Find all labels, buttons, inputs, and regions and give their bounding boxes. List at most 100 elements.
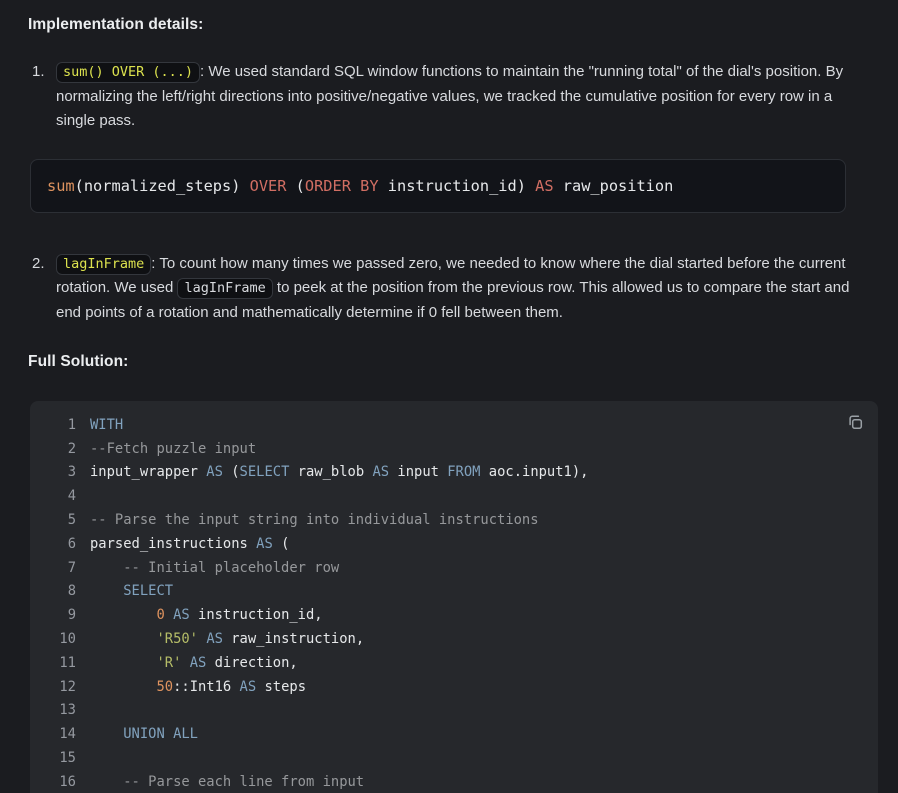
- code-token: WITH: [90, 417, 123, 433]
- code-token: raw_position: [554, 177, 674, 195]
- code-token: (: [286, 177, 304, 195]
- code-line: 7 -- Initial placeholder row: [30, 556, 878, 580]
- code-token: 'R': [156, 655, 181, 671]
- code-line: 15: [30, 746, 878, 770]
- code-token: 'R50': [156, 631, 198, 647]
- code-line: 6parsed_instructions AS (: [30, 532, 878, 556]
- code-line: 8 SELECT: [30, 580, 878, 604]
- code-line: 13: [30, 699, 878, 723]
- line-number: 6: [30, 536, 76, 552]
- code-line: 3input_wrapper AS (SELECT raw_blob AS in…: [30, 461, 878, 485]
- code-lines: 1WITH2--Fetch puzzle input3input_wrapper…: [30, 413, 878, 793]
- code-line: 1 WITH: [30, 413, 878, 437]
- code-line: 9 0 AS instruction_id,: [30, 603, 878, 627]
- line-number: 12: [30, 679, 76, 695]
- code-token: raw_blob: [289, 464, 372, 480]
- code-token: 0: [156, 607, 164, 623]
- code-token: AS: [256, 536, 273, 552]
- copy-button[interactable]: [843, 410, 867, 434]
- code-line-content: input_wrapper AS (SELECT raw_blob AS inp…: [76, 464, 588, 480]
- line-number: 13: [30, 702, 76, 718]
- inline-code: sum() OVER (...): [56, 62, 200, 83]
- code-token: [90, 726, 123, 742]
- code-token: AS: [206, 631, 223, 647]
- code-token: --Fetch puzzle input: [90, 441, 256, 457]
- code-token: steps: [256, 679, 306, 695]
- code-token: OVER: [250, 177, 287, 195]
- line-number: 9: [30, 607, 76, 623]
- code-token: AS: [173, 607, 190, 623]
- code-line-content: -- Initial placeholder row: [76, 560, 339, 576]
- sql-snippet-block: sum(normalized_steps) OVER (ORDER BY ins…: [30, 159, 846, 213]
- code-token: AS: [372, 464, 389, 480]
- code-token: [90, 631, 156, 647]
- line-number: 11: [30, 655, 76, 671]
- code-token: -- Parse each line from input: [90, 774, 364, 790]
- copy-icon: [846, 413, 864, 431]
- code-line: 14 UNION ALL: [30, 722, 878, 746]
- code-token: FROM: [447, 464, 480, 480]
- code-line: 11 'R' AS direction,: [30, 651, 878, 675]
- code-line-content: 50::Int16 AS steps: [76, 679, 306, 695]
- code-token: (normalized_steps): [75, 177, 250, 195]
- line-number: 2: [30, 441, 76, 457]
- inline-code: lagInFrame: [177, 278, 272, 299]
- code-token: sum: [47, 177, 75, 195]
- code-token: AS: [190, 655, 207, 671]
- code-line: 2 --Fetch puzzle input: [30, 437, 878, 461]
- code-token: UNION ALL: [123, 726, 198, 742]
- code-token: (: [273, 536, 290, 552]
- code-token: [90, 583, 123, 599]
- list-item: 2. lagInFrame: To count how many times w…: [28, 252, 898, 326]
- article-page: Implementation details: 1. sum() OVER (.…: [0, 0, 898, 793]
- line-number: 3: [30, 464, 76, 480]
- code-line: 5-- Parse the input string into individu…: [30, 508, 878, 532]
- line-number: 5: [30, 512, 76, 528]
- code-token: aoc.input1),: [480, 464, 588, 480]
- list-item-number: 1.: [28, 60, 56, 134]
- code-token: ORDER BY: [305, 177, 379, 195]
- sql-code-block: 1WITH2--Fetch puzzle input3input_wrapper…: [30, 401, 878, 793]
- code-token: [90, 679, 156, 695]
- code-token: direction,: [206, 655, 297, 671]
- code-token: parsed_instructions: [90, 536, 256, 552]
- code-line: 16 -- Parse each line from input: [30, 770, 878, 793]
- code-token: input: [389, 464, 447, 480]
- heading-implementation-details: Implementation details:: [28, 16, 898, 34]
- code-token: AS: [535, 177, 553, 195]
- list-item-text: lagInFrame: To count how many times we p…: [56, 252, 862, 326]
- code-token: instruction_id,: [190, 607, 323, 623]
- code-token: instruction_id): [379, 177, 536, 195]
- code-token: 50: [156, 679, 173, 695]
- code-line-content: 'R' AS direction,: [76, 655, 298, 671]
- code-line-content: 0 AS instruction_id,: [76, 607, 323, 623]
- code-token: AS: [240, 679, 257, 695]
- line-number: 4: [30, 488, 76, 504]
- code-line-content: UNION ALL: [76, 726, 198, 742]
- code-token: [165, 607, 173, 623]
- code-line-content: -- Parse each line from input: [76, 774, 364, 790]
- code-line-content: WITH: [76, 417, 123, 433]
- code-line: 12 50::Int16 AS steps: [30, 675, 878, 699]
- line-number: 15: [30, 750, 76, 766]
- code-line: 4: [30, 484, 878, 508]
- line-number: 7: [30, 560, 76, 576]
- code-token: ::Int16: [173, 679, 239, 695]
- list-item-number: 2.: [28, 252, 56, 326]
- code-token: -- Initial placeholder row: [90, 560, 339, 576]
- code-token: input_wrapper: [90, 464, 206, 480]
- line-number: 14: [30, 726, 76, 742]
- line-number: 8: [30, 583, 76, 599]
- code-token: [181, 655, 189, 671]
- line-number: 1: [30, 417, 76, 433]
- code-line-content: --Fetch puzzle input: [76, 441, 256, 457]
- code-token: SELECT: [123, 583, 173, 599]
- code-line: 10 'R50' AS raw_instruction,: [30, 627, 878, 651]
- list-item-text: sum() OVER (...): We used standard SQL w…: [56, 60, 862, 134]
- code-line-content: SELECT: [76, 583, 173, 599]
- line-number: 16: [30, 774, 76, 790]
- list-item: 1. sum() OVER (...): We used standard SQ…: [28, 60, 898, 134]
- inline-code: lagInFrame: [56, 254, 151, 275]
- code-token: AS: [206, 464, 223, 480]
- code-line-content: parsed_instructions AS (: [76, 536, 289, 552]
